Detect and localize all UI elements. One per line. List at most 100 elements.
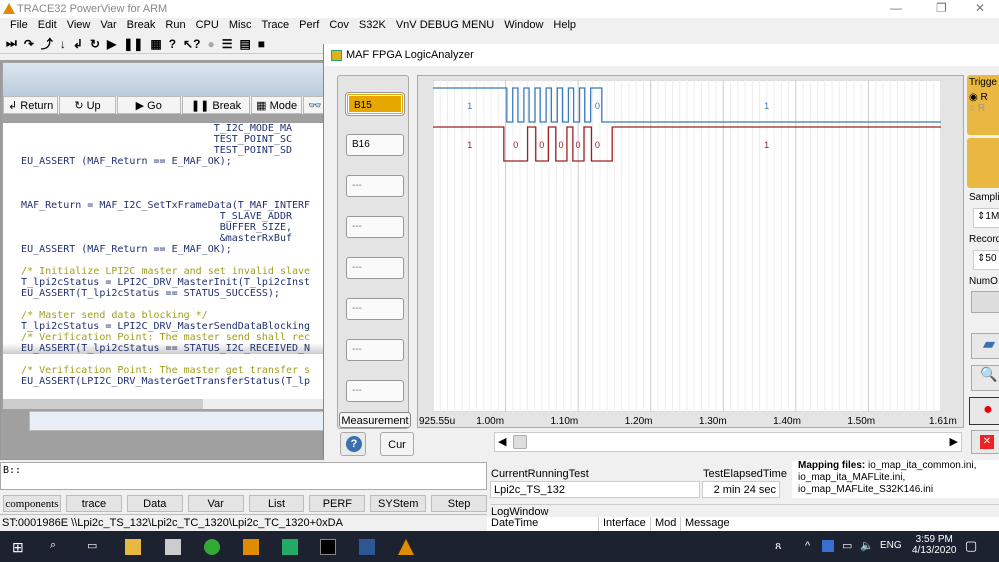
app-icon	[331, 50, 342, 61]
channel-button[interactable]: B15	[345, 92, 405, 116]
language-indicator[interactable]: ENG	[880, 540, 902, 551]
step-out-icon[interactable]: ⤴	[41, 35, 53, 52]
file-explorer-icon[interactable]	[125, 539, 141, 555]
volume-icon[interactable]: 🔈	[860, 539, 874, 552]
numo-field[interactable]	[971, 291, 999, 313]
col-interface[interactable]: Interface	[599, 517, 651, 531]
zoom-button[interactable]: 🔍	[971, 365, 999, 391]
source-code-view[interactable]: T_I2C_MODE_MA TEST_POINT_SC TEST_POINT_S…	[3, 123, 323, 408]
sampling-stepper[interactable]: ⇕1M	[973, 208, 999, 228]
minimize-button[interactable]: —	[890, 1, 902, 15]
col-datetime[interactable]: DateTime	[487, 517, 599, 531]
sublime-icon[interactable]	[243, 539, 259, 555]
menu-s32k[interactable]: S32K	[354, 18, 391, 34]
measurement-button[interactable]: Measurement	[339, 412, 411, 428]
waveform-plot[interactable]: 1 0 1 1 0 0 0 0 0 1	[433, 80, 941, 412]
terminal-icon[interactable]	[320, 539, 336, 555]
tray-app-icon[interactable]	[822, 540, 834, 552]
chevron-up-icon[interactable]: ^	[805, 540, 810, 552]
cursor-button[interactable]: Cur	[380, 432, 414, 456]
menu-var[interactable]: Var	[95, 18, 121, 34]
break-button[interactable]: ❚❚ Break	[181, 96, 251, 114]
task-view-icon[interactable]: ▭	[87, 539, 103, 555]
softkey-step[interactable]: Step	[431, 495, 488, 512]
network-icon[interactable]: ▭	[842, 539, 852, 552]
horizontal-scrollbar[interactable]	[3, 399, 323, 409]
col-message[interactable]: Message	[681, 517, 730, 531]
menu-window[interactable]: Window	[499, 18, 548, 34]
record-button[interactable]: ●	[969, 397, 999, 425]
chrome-icon[interactable]	[204, 539, 220, 555]
col-mod[interactable]: Mod	[651, 517, 681, 531]
menu-misc[interactable]: Misc	[224, 18, 257, 34]
menu-edit[interactable]: Edit	[33, 18, 62, 34]
notifications-icon[interactable]: ▢	[965, 538, 977, 554]
trigger-group: Trigge ◉ R ○ R	[967, 75, 999, 135]
mode-button[interactable]: ▦ Mode	[251, 96, 303, 114]
softkey-list[interactable]: List	[248, 495, 305, 512]
memory-icon[interactable]: ■	[258, 37, 265, 51]
go-button[interactable]: ▶ Go	[116, 96, 181, 114]
time-scrollbar[interactable]: ◀ ▶	[494, 432, 962, 452]
scroll-right-icon[interactable]: ▶	[950, 435, 958, 448]
labview-icon[interactable]	[282, 539, 298, 555]
command-line-input[interactable]: B::	[0, 462, 487, 490]
search-icon[interactable]: ⌕	[50, 539, 66, 555]
channel-button[interactable]: ---	[346, 257, 404, 279]
menu-view[interactable]: View	[62, 18, 96, 34]
return-button[interactable]: ↲ Return	[3, 96, 59, 114]
menu-perf[interactable]: Perf	[294, 18, 324, 34]
app-icon[interactable]	[165, 539, 181, 555]
trigger-value-stepper[interactable]	[967, 138, 999, 188]
up-button[interactable]: ↻ Up	[59, 96, 116, 114]
scroll-thumb[interactable]	[513, 435, 527, 449]
softkey-var[interactable]: Var	[187, 495, 244, 512]
trigger-radio[interactable]: ○ R	[969, 103, 999, 114]
menu-vnv-debug-menu[interactable]: VnV DEBUG MENU	[391, 18, 499, 34]
save-button[interactable]: ▰	[971, 333, 999, 359]
scroll-left-icon[interactable]: ◀	[498, 435, 506, 448]
menu-run[interactable]: Run	[160, 18, 190, 34]
channel-button[interactable]: B16	[346, 134, 404, 156]
down-icon[interactable]: ↓	[60, 37, 66, 51]
help-button[interactable]: ?	[340, 432, 366, 456]
channel-button[interactable]: ---	[346, 339, 404, 361]
trigger-radio[interactable]: ◉ R	[969, 92, 999, 103]
softkey-system[interactable]: SYStem	[370, 495, 427, 512]
close-button[interactable]: ✕	[975, 1, 985, 15]
menu-file[interactable]: File	[5, 18, 33, 34]
softkey-trace[interactable]: trace	[66, 495, 122, 512]
record-stepper[interactable]: ⇕50	[973, 250, 999, 270]
register-icon[interactable]: ▤	[239, 37, 250, 51]
clock[interactable]: 3:59 PM 4/13/2020	[912, 534, 957, 556]
people-icon[interactable]: ጸ	[775, 540, 781, 553]
channel-button[interactable]: ---	[346, 380, 404, 402]
channel-button[interactable]: ---	[346, 216, 404, 238]
channel-button[interactable]: ---	[346, 298, 404, 320]
word-icon[interactable]	[359, 539, 375, 555]
menu-cov[interactable]: Cov	[324, 18, 354, 34]
menu-trace[interactable]: Trace	[256, 18, 294, 34]
stop-icon[interactable]: ●	[207, 37, 214, 51]
menu-break[interactable]: Break	[122, 18, 161, 34]
context-help-icon[interactable]: ↖?	[183, 37, 200, 51]
go-icon[interactable]: ▶	[107, 37, 116, 51]
softkey-components[interactable]: components	[3, 495, 61, 512]
list-icon[interactable]: ☰	[222, 37, 233, 51]
softkey-perf[interactable]: PERF	[309, 495, 366, 512]
step-over-icon[interactable]: ↷	[24, 37, 34, 51]
up-icon[interactable]: ↻	[90, 37, 100, 51]
maximize-button[interactable]: ❐	[936, 1, 947, 15]
menu-cpu[interactable]: CPU	[191, 18, 224, 34]
windows-start-icon[interactable]: ⊞	[12, 539, 28, 555]
return-icon[interactable]: ↲	[73, 37, 83, 51]
stop-button[interactable]: ✕	[971, 430, 999, 454]
trace32-icon[interactable]	[398, 539, 414, 555]
menu-help[interactable]: Help	[548, 18, 581, 34]
break-icon[interactable]: ❚❚	[123, 37, 143, 51]
step-icon[interactable]: ⏭	[6, 36, 17, 51]
softkey-data[interactable]: Data	[126, 495, 183, 512]
mode-icon[interactable]: ▦	[150, 37, 161, 51]
channel-button[interactable]: ---	[346, 175, 404, 197]
help-icon[interactable]: ?	[169, 37, 176, 51]
